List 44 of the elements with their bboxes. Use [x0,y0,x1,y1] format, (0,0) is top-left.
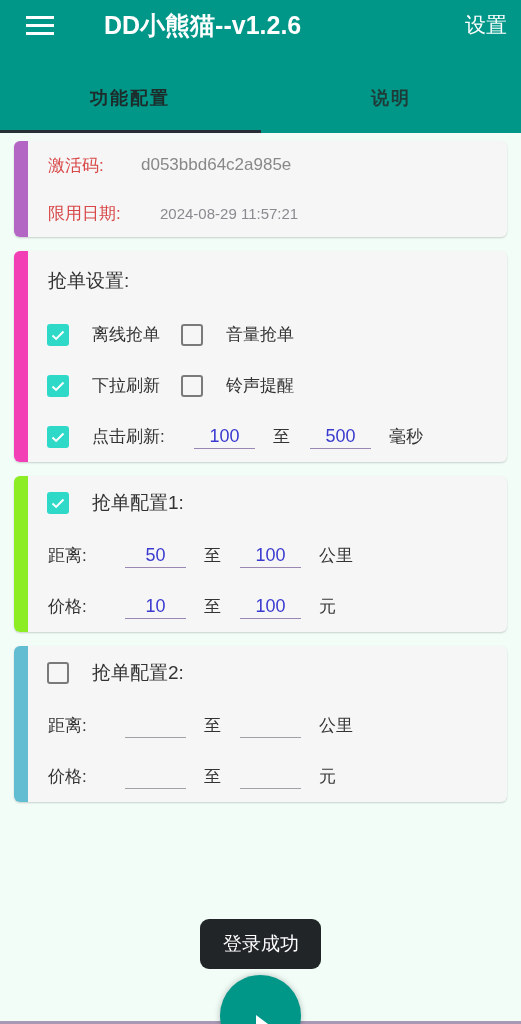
input-field[interactable]: 10 [125,594,186,619]
card-title: 抢单配置2: [92,661,184,685]
checkbox[interactable] [47,323,69,346]
field-label: 距离: [48,545,88,567]
unit-label: 公里 [319,545,353,567]
field-label: 激活码: [48,154,105,177]
app-title: DD小熊猫--v1.2.6 [104,9,303,41]
checkbox[interactable] [47,425,69,448]
input-field[interactable]: 50 [125,543,186,568]
card-title: 抢单配置1: [92,491,184,515]
settings-button[interactable]: 设置 [465,11,507,39]
field-value: d053bbd64c2a985e [141,155,292,175]
option-label: 音量抢单 [226,324,295,346]
menu-icon[interactable] [26,14,54,36]
unit-label: 公里 [319,715,353,737]
unit-label: 毫秒 [389,426,423,448]
toast-message: 登录成功 [200,919,321,969]
tab[interactable]: 功能配置 [0,50,261,133]
range-separator: 至 [204,766,221,788]
input-field[interactable]: 100 [194,424,255,449]
range-separator: 至 [204,545,221,567]
range-separator: 至 [204,596,221,618]
option-label: 下拉刷新 [92,375,161,397]
input-field[interactable]: 100 [240,594,301,619]
input-field[interactable]: 100 [240,543,301,568]
checkbox[interactable] [47,374,69,397]
unit-label: 元 [319,766,336,788]
option-label: 铃声提醒 [226,375,295,397]
checkbox[interactable] [47,662,69,684]
option-label: 点击刷新: [92,426,166,448]
field-label: 价格: [48,596,88,618]
field-label: 限用日期: [48,202,122,225]
checkbox[interactable] [181,323,203,346]
checkbox[interactable] [181,374,203,397]
range-separator: 至 [204,715,221,737]
range-separator: 至 [273,426,290,448]
checkbox[interactable] [47,492,69,514]
unit-label: 元 [319,596,336,618]
field-label: 价格: [48,766,88,788]
field-label: 距离: [48,715,88,737]
input-field[interactable]: 500 [310,424,371,449]
field-value: 2024-08-29 11:57:21 [160,204,299,222]
card-title: 抢单设置: [48,269,130,293]
option-label: 离线抢单 [92,324,161,346]
